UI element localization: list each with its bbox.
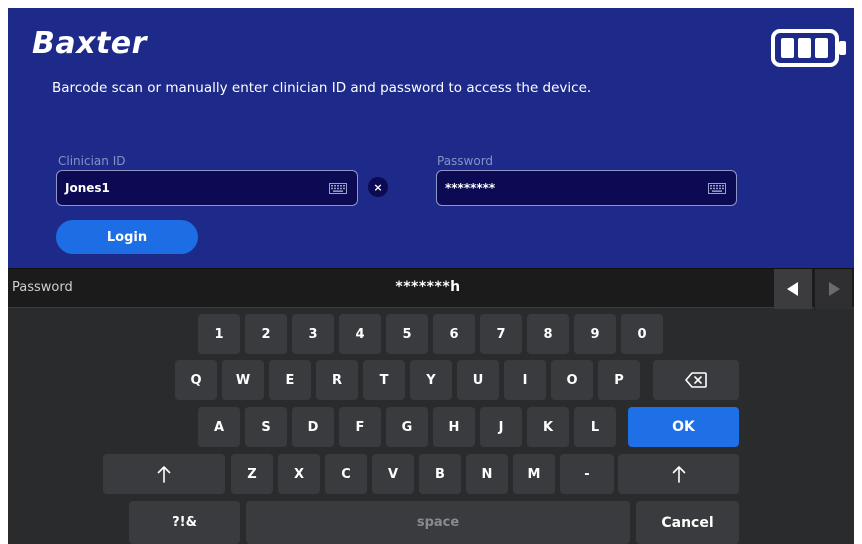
clinician-id-field[interactable]: Jones1 <box>56 170 358 206</box>
key-d[interactable]: D <box>292 407 334 447</box>
key-8[interactable]: 8 <box>527 314 569 354</box>
key-7[interactable]: 7 <box>480 314 522 354</box>
device-screen: Baxter Barcode scan or manually enter cl… <box>8 8 854 544</box>
battery-full-icon <box>771 29 846 67</box>
key-j[interactable]: J <box>480 407 522 447</box>
key-y[interactable]: Y <box>410 360 452 400</box>
key-s[interactable]: S <box>245 407 287 447</box>
key-t[interactable]: T <box>363 360 405 400</box>
keyboard-icon[interactable] <box>708 183 726 194</box>
cancel-key[interactable]: Cancel <box>636 501 739 544</box>
keyboard-input-bar: Password *******h <box>8 268 854 309</box>
key-i[interactable]: I <box>504 360 546 400</box>
password-field[interactable]: ******** <box>436 170 737 206</box>
baxter-logo: Baxter <box>32 26 147 61</box>
login-button[interactable]: Login <box>56 220 198 254</box>
key-h[interactable]: H <box>433 407 475 447</box>
key-m[interactable]: M <box>513 454 555 494</box>
key-u[interactable]: U <box>457 360 499 400</box>
key-b[interactable]: B <box>419 454 461 494</box>
instruction-text: Barcode scan or manually enter clinician… <box>52 80 592 96</box>
key-3[interactable]: 3 <box>292 314 334 354</box>
shift-left-key[interactable] <box>103 454 225 494</box>
key-l[interactable]: L <box>574 407 616 447</box>
clear-clinician-id-button[interactable]: × <box>368 177 388 197</box>
key-e[interactable]: E <box>269 360 311 400</box>
cursor-left-button[interactable] <box>774 269 812 309</box>
backspace-icon <box>685 372 707 388</box>
login-panel: Baxter Barcode scan or manually enter cl… <box>8 8 854 268</box>
on-screen-keyboard: Password *******h 1 2 3 4 5 6 7 8 9 0 Q … <box>8 268 854 544</box>
space-key[interactable]: space <box>246 501 630 544</box>
backspace-key[interactable] <box>653 360 739 400</box>
password-label: Password <box>437 154 494 168</box>
key-a[interactable]: A <box>198 407 240 447</box>
arrow-right-icon <box>828 282 840 296</box>
key-2[interactable]: 2 <box>245 314 287 354</box>
keyboard-input-value: *******h <box>395 279 461 295</box>
key-0[interactable]: 0 <box>621 314 663 354</box>
key-k[interactable]: K <box>527 407 569 447</box>
key-c[interactable]: C <box>325 454 367 494</box>
key-9[interactable]: 9 <box>574 314 616 354</box>
key-w[interactable]: W <box>222 360 264 400</box>
clinician-id-label: Clinician ID <box>58 154 126 168</box>
key-q[interactable]: Q <box>175 360 217 400</box>
key-n[interactable]: N <box>466 454 508 494</box>
key-p[interactable]: P <box>598 360 640 400</box>
keyboard-input-label: Password <box>12 280 73 295</box>
key-hyphen[interactable]: - <box>560 454 614 494</box>
ok-key[interactable]: OK <box>628 407 739 447</box>
key-z[interactable]: Z <box>231 454 273 494</box>
shift-arrow-icon <box>157 466 171 483</box>
key-6[interactable]: 6 <box>433 314 475 354</box>
key-r[interactable]: R <box>316 360 358 400</box>
key-5[interactable]: 5 <box>386 314 428 354</box>
arrow-left-icon <box>787 282 798 296</box>
password-value: ******** <box>445 181 496 195</box>
key-x[interactable]: X <box>278 454 320 494</box>
key-f[interactable]: F <box>339 407 381 447</box>
keyboard-icon[interactable] <box>329 183 347 194</box>
key-v[interactable]: V <box>372 454 414 494</box>
key-4[interactable]: 4 <box>339 314 381 354</box>
key-g[interactable]: G <box>386 407 428 447</box>
symbols-key[interactable]: ?!& <box>129 501 240 544</box>
clinician-id-value: Jones1 <box>65 181 110 195</box>
shift-arrow-icon <box>672 466 685 483</box>
shift-right-key[interactable] <box>618 454 739 494</box>
key-1[interactable]: 1 <box>198 314 240 354</box>
key-o[interactable]: O <box>551 360 593 400</box>
cursor-right-button[interactable] <box>814 269 852 309</box>
